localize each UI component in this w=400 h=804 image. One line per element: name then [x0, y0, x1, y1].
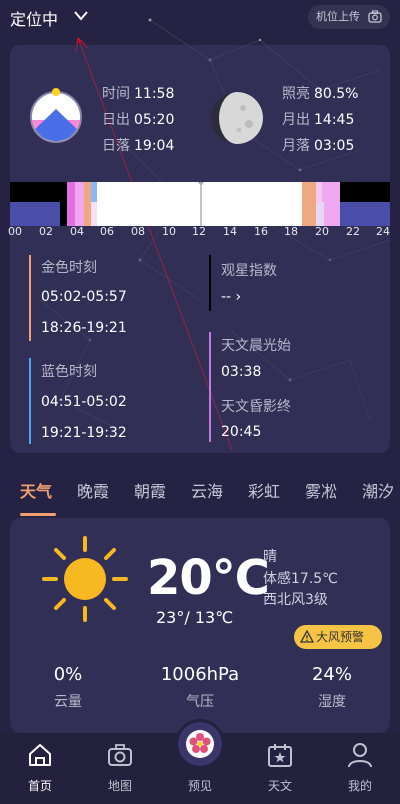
- user-icon: [348, 743, 372, 768]
- moonset-time: 月落 03:05: [282, 138, 355, 154]
- weather-card: 20℃ 晴 体感17.5℃ 西北风3级 23°/ 13℃ 大风预警 0% 云量 …: [10, 518, 390, 733]
- active-tab-indicator: [20, 513, 56, 516]
- moon-illumination: 照亮 80.5%: [282, 86, 359, 102]
- astro-dawn-label: 天文晨光始: [221, 338, 291, 354]
- tab-rime[interactable]: 雾凇: [305, 478, 337, 502]
- astro-twilight-bar: [209, 332, 211, 442]
- moonrise-time: 月出 14:45: [282, 112, 355, 128]
- stargazing-bar: [209, 255, 211, 311]
- golden-hour-label: 金色时刻: [41, 260, 97, 276]
- astro-dusk-label: 天文昏影终: [221, 399, 291, 415]
- tab-rainbow[interactable]: 彩虹: [248, 478, 280, 502]
- wind-info: 西北风3级: [263, 592, 328, 608]
- nav-home[interactable]: 首页: [0, 733, 80, 804]
- feels-like: 体感17.5℃: [263, 571, 338, 587]
- stargazing-label: 观星指数: [221, 263, 277, 279]
- moon-phase-icon: [211, 92, 263, 144]
- nav-profile[interactable]: 我的: [320, 733, 400, 804]
- nav-astronomy[interactable]: 天文: [240, 733, 320, 804]
- home-icon: [29, 744, 51, 766]
- sun-moon-card: 时间 11:58 日出 05:20 日落 19:04 照亮 80.5% 月出 14:45 …: [8, 45, 390, 453]
- golden-hour-morning: 05:02-05:57: [41, 289, 127, 305]
- tab-tide[interactable]: 潮汐: [362, 478, 394, 502]
- tab-sunset-glow[interactable]: 晚霞: [77, 478, 109, 502]
- blue-hour-evening: 19:21-19:32: [41, 425, 127, 441]
- flower-icon: [186, 730, 214, 758]
- blue-hour-bar: [29, 358, 31, 444]
- tab-sea-of-clouds[interactable]: 云海: [191, 478, 223, 502]
- cloud-cover: 0% 云量: [53, 664, 83, 710]
- astro-dawn-value: 03:38: [221, 364, 262, 380]
- humidity: 24% 湿度: [311, 664, 352, 710]
- nav-map[interactable]: 地图: [80, 733, 160, 804]
- stargazing-value[interactable]: -- ›: [221, 289, 241, 305]
- sun-position-icon: [30, 88, 82, 143]
- current-temperature: 20℃: [147, 550, 270, 606]
- timeline-ticks: 00 02 04 06 08 10 12 14 16 18 20 22 24: [8, 225, 390, 238]
- warning-icon: [300, 630, 314, 643]
- camera-icon: [108, 744, 132, 766]
- forecast-center-button[interactable]: [178, 722, 222, 766]
- wind-warning-label: 大风预警: [316, 630, 365, 644]
- daylight-timeline[interactable]: [10, 182, 390, 226]
- blue-hour-label: 蓝色时刻: [41, 364, 97, 380]
- nav-home-label: 首页: [27, 779, 52, 793]
- sunny-icon: [42, 536, 128, 622]
- nav-forecast-label: 预见: [187, 779, 212, 793]
- weather-condition: 晴: [263, 549, 277, 565]
- sunset-time: 日落 19:04: [102, 138, 175, 154]
- tab-weather[interactable]: 天气: [20, 478, 52, 502]
- wind-warning-badge[interactable]: 大风预警: [294, 625, 382, 649]
- current-time: 时间 11:58: [102, 86, 175, 102]
- sunrise-time: 日出 05:20: [102, 112, 175, 128]
- nav-map-label: 地图: [107, 779, 132, 793]
- tab-sunrise-glow[interactable]: 朝霞: [134, 478, 166, 502]
- pressure: 1006hPa 气压: [160, 664, 240, 710]
- category-tabs: 天气 晚霞 朝霞 云海 彩虹 雾凇 潮汐: [0, 470, 400, 516]
- nav-profile-label: 我的: [347, 779, 372, 793]
- temp-range: 23°/ 13℃: [156, 608, 234, 627]
- golden-hour-evening: 18:26-19:21: [41, 320, 127, 336]
- blue-hour-morning: 04:51-05:02: [41, 394, 127, 410]
- astro-dusk-value: 20:45: [221, 424, 262, 440]
- golden-hour-bar: [29, 255, 31, 341]
- calendar-star-icon: [268, 744, 292, 767]
- nav-astronomy-label: 天文: [267, 779, 292, 793]
